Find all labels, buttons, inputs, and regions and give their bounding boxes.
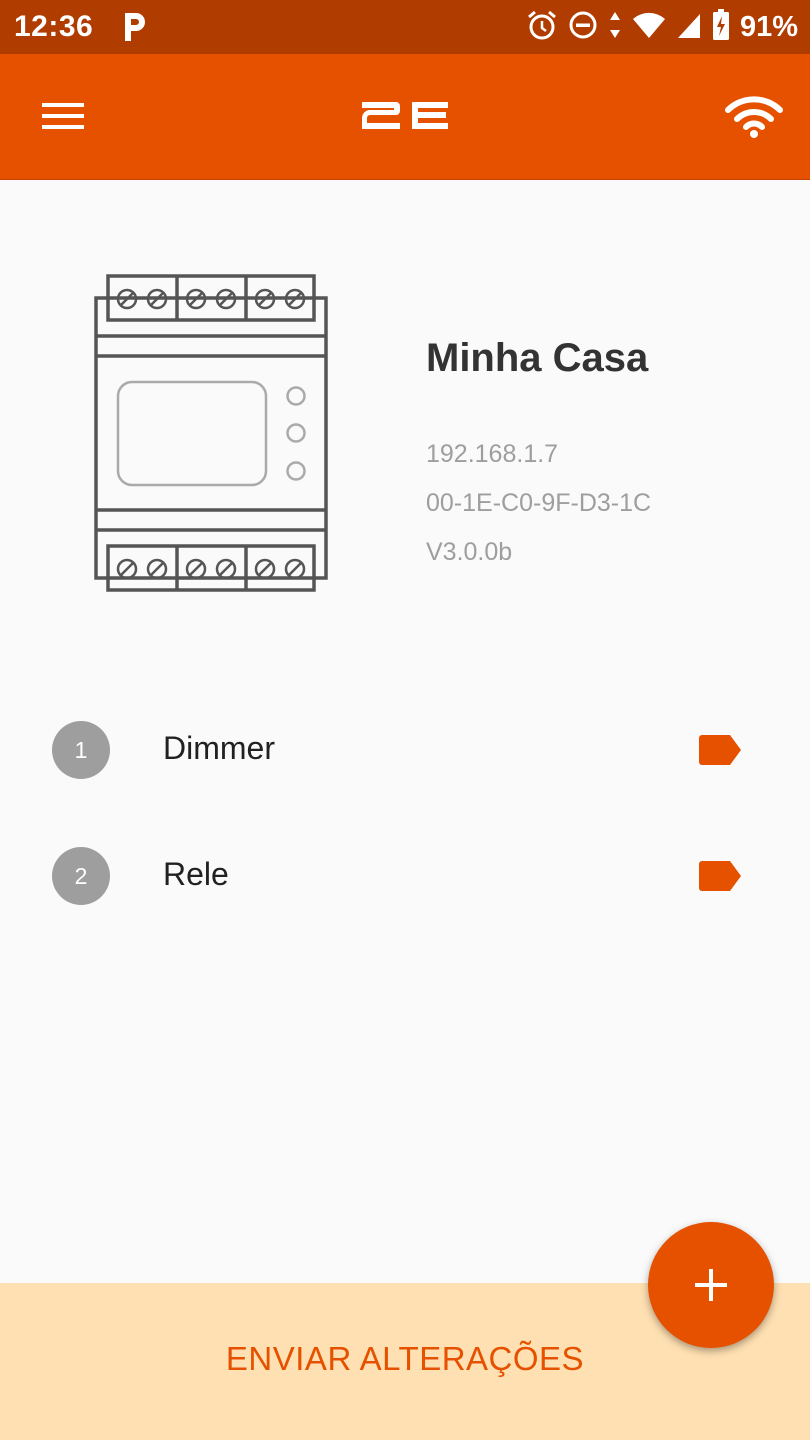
channel-label: Dimmer bbox=[163, 730, 275, 766]
app-bar-divider bbox=[0, 179, 810, 180]
send-changes-button[interactable]: ENVIAR ALTERAÇÕES bbox=[0, 1340, 810, 1378]
channel-label: Rele bbox=[163, 856, 229, 892]
hamburger-menu-icon[interactable] bbox=[34, 92, 90, 140]
status-bar: 12:36 91% bbox=[0, 0, 810, 54]
label-tag-icon[interactable] bbox=[698, 734, 742, 771]
cell-signal-icon bbox=[676, 11, 702, 44]
channel-number-badge: 1 bbox=[52, 721, 110, 779]
app-bar bbox=[0, 54, 810, 179]
data-arrows-icon bbox=[608, 10, 622, 45]
list-item-channel-2[interactable]: 2 Rele bbox=[0, 826, 810, 926]
wifi-signal-icon bbox=[632, 11, 666, 44]
parking-icon bbox=[120, 10, 148, 49]
status-icons: 91% bbox=[526, 8, 798, 46]
device-name: Minha Casa bbox=[426, 336, 649, 380]
status-time: 12:36 bbox=[14, 10, 94, 43]
brand-logo bbox=[360, 98, 450, 137]
device-mac: 00-1E-C0-9F-D3-1C bbox=[426, 489, 652, 517]
battery-charging-icon bbox=[712, 8, 730, 46]
list-item-channel-1[interactable]: 1 Dimmer bbox=[0, 700, 810, 800]
add-fab-button[interactable] bbox=[648, 1222, 774, 1348]
do-not-disturb-icon bbox=[568, 10, 598, 45]
label-tag-icon[interactable] bbox=[698, 860, 742, 897]
wifi-icon[interactable] bbox=[724, 94, 784, 145]
device-ip: 192.168.1.7 bbox=[426, 440, 559, 468]
channel-number-badge: 2 bbox=[52, 847, 110, 905]
alarm-icon bbox=[526, 9, 558, 46]
device-version: V3.0.0b bbox=[426, 538, 513, 566]
device-module-image bbox=[88, 270, 338, 605]
plus-icon bbox=[695, 1269, 727, 1301]
battery-percent: 91% bbox=[739, 10, 798, 43]
